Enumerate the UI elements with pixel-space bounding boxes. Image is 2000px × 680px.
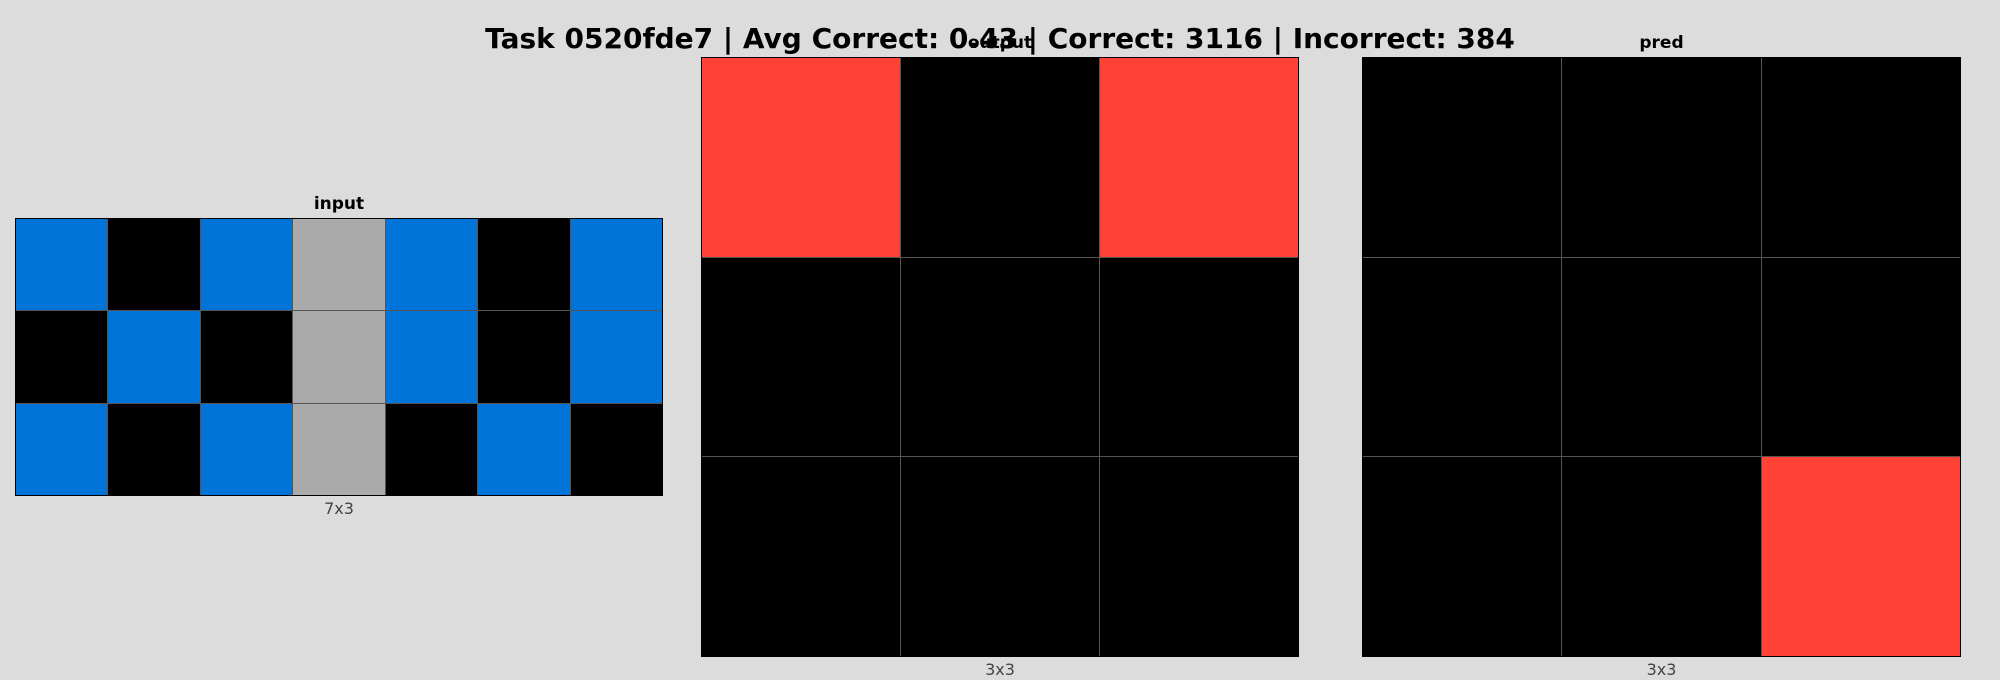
figure-title: Task 0520fde7 | Avg Correct: 0.43 | Corr… xyxy=(485,22,1515,55)
input-cell xyxy=(478,311,570,403)
pred-cell xyxy=(1562,457,1761,656)
output-cell xyxy=(1100,257,1298,457)
output-dims-label: 3x3 xyxy=(985,660,1015,679)
pred-cell xyxy=(1761,58,1960,257)
output-cell xyxy=(1100,457,1298,656)
pred-cell xyxy=(1761,257,1960,457)
input-grid xyxy=(15,218,663,496)
pred-dims-label: 3x3 xyxy=(1646,660,1677,679)
output-cell xyxy=(901,257,1099,457)
output-cell xyxy=(901,457,1099,656)
output-grid xyxy=(701,57,1299,657)
pred-cell xyxy=(1562,257,1761,457)
input-cell xyxy=(293,311,385,403)
output-cell xyxy=(702,457,900,656)
output-cell xyxy=(702,58,900,257)
pred-cell xyxy=(1363,257,1562,457)
input-cell xyxy=(200,311,293,403)
input-cell xyxy=(570,311,662,403)
pred-grid xyxy=(1362,57,1961,657)
output-cell xyxy=(1100,58,1298,257)
input-cell xyxy=(478,219,570,311)
pred-cell xyxy=(1562,58,1761,257)
pred-cell xyxy=(1363,58,1562,257)
input-cell xyxy=(200,403,293,495)
input-dims-label: 7x3 xyxy=(324,499,354,518)
input-cell xyxy=(385,311,478,403)
input-cell xyxy=(108,219,200,311)
input-cell xyxy=(16,403,108,495)
input-cell xyxy=(385,219,478,311)
output-cell xyxy=(901,58,1099,257)
input-cell xyxy=(570,403,662,495)
input-cell xyxy=(293,403,385,495)
input-cell xyxy=(570,219,662,311)
input-cell xyxy=(293,219,385,311)
pred-cell xyxy=(1363,457,1562,656)
input-cell xyxy=(108,403,200,495)
input-cell xyxy=(16,219,108,311)
input-cell xyxy=(108,311,200,403)
pred-cell xyxy=(1761,457,1960,656)
input-cell xyxy=(16,311,108,403)
input-cell xyxy=(385,403,478,495)
output-cell xyxy=(702,257,900,457)
input-cell xyxy=(200,219,293,311)
input-panel-title: input xyxy=(313,194,365,214)
input-cell xyxy=(478,403,570,495)
